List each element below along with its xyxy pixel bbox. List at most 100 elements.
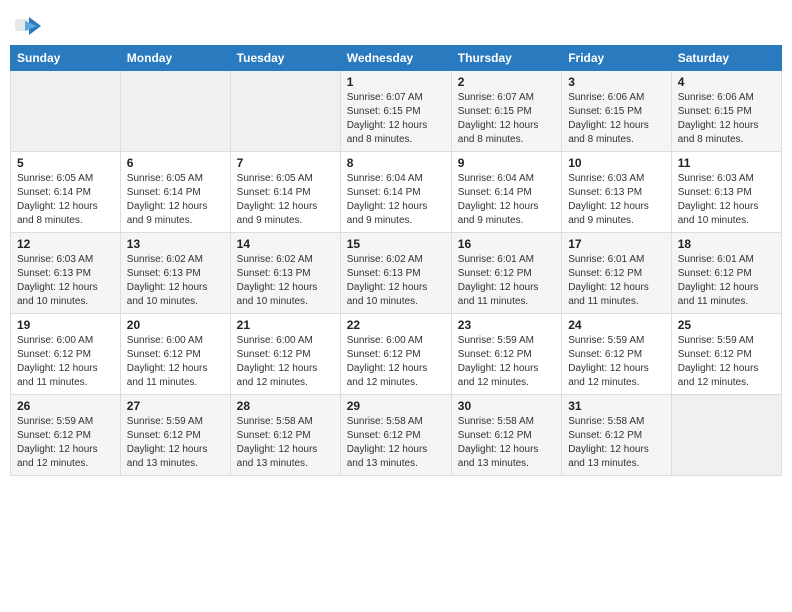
day-number: 19 <box>17 318 114 332</box>
calendar-cell: 22 Sunrise: 6:00 AM Sunset: 6:12 PM Dayli… <box>340 314 451 395</box>
day-info: Sunrise: 6:07 AM Sunset: 6:15 PM Dayligh… <box>458 91 555 147</box>
day-info: Sunrise: 6:07 AM Sunset: 6:15 PM Dayligh… <box>347 91 445 147</box>
calendar-cell <box>11 71 121 152</box>
day-number: 16 <box>458 237 555 251</box>
calendar-cell <box>120 71 230 152</box>
day-number: 11 <box>678 156 775 170</box>
day-info: Sunrise: 6:00 AM Sunset: 6:12 PM Dayligh… <box>17 334 114 390</box>
calendar-cell: 8Sunrise: 6:04 AM Sunset: 6:14 PM Daylig… <box>340 152 451 233</box>
weekday-header: Monday <box>120 46 230 71</box>
calendar-cell: 18 Sunrise: 6:01 AM Sunset: 6:12 PM Dayli… <box>671 233 781 314</box>
day-number: 7 <box>237 156 334 170</box>
day-info: Sunrise: 5:59 AM Sunset: 6:12 PM Dayligh… <box>127 415 224 471</box>
day-info: Sunrise: 6:01 AM Sunset: 6:12 PM Dayligh… <box>458 253 555 309</box>
day-info: Sunrise: 6:05 AM Sunset: 6:14 PM Dayligh… <box>237 172 334 228</box>
day-number: 24 <box>568 318 665 332</box>
day-info: Sunrise: 6:00 AM Sunset: 6:12 PM Dayligh… <box>127 334 224 390</box>
calendar-cell: 20 Sunrise: 6:00 AM Sunset: 6:12 PM Dayli… <box>120 314 230 395</box>
day-number: 2 <box>458 75 555 89</box>
day-info: Sunrise: 6:00 AM Sunset: 6:12 PM Dayligh… <box>237 334 334 390</box>
calendar-cell: 25 Sunrise: 5:59 AM Sunset: 6:12 PM Dayli… <box>671 314 781 395</box>
day-number: 4 <box>678 75 775 89</box>
day-info: Sunrise: 6:03 AM Sunset: 6:13 PM Dayligh… <box>678 172 775 228</box>
day-info: Sunrise: 6:06 AM Sunset: 6:15 PM Dayligh… <box>568 91 665 147</box>
calendar-cell: 28 Sunrise: 5:58 AM Sunset: 6:12 PM Dayli… <box>230 395 340 476</box>
day-info: Sunrise: 6:02 AM Sunset: 6:13 PM Dayligh… <box>347 253 445 309</box>
calendar-cell: 19 Sunrise: 6:00 AM Sunset: 6:12 PM Dayli… <box>11 314 121 395</box>
calendar-cell: 30 Sunrise: 5:58 AM Sunset: 6:12 PM Dayli… <box>451 395 561 476</box>
weekday-header: Friday <box>562 46 672 71</box>
calendar-cell: 7 Sunrise: 6:05 AM Sunset: 6:14 PM Daylig… <box>230 152 340 233</box>
day-number: 27 <box>127 399 224 413</box>
day-number: 1 <box>347 75 445 89</box>
day-number: 15 <box>347 237 445 251</box>
day-info: Sunrise: 5:59 AM Sunset: 6:12 PM Dayligh… <box>458 334 555 390</box>
day-info: Sunrise: 5:58 AM Sunset: 6:12 PM Dayligh… <box>237 415 334 471</box>
weekday-header: Saturday <box>671 46 781 71</box>
day-number: 18 <box>678 237 775 251</box>
weekday-header: Thursday <box>451 46 561 71</box>
calendar-week-row: 5 Sunrise: 6:05 AM Sunset: 6:14 PM Daylig… <box>11 152 782 233</box>
day-number: 21 <box>237 318 334 332</box>
weekday-header: Wednesday <box>340 46 451 71</box>
day-number: 10 <box>568 156 665 170</box>
calendar-week-row: 12 Sunrise: 6:03 AM Sunset: 6:13 PM Dayli… <box>11 233 782 314</box>
day-info: Sunrise: 6:05 AM Sunset: 6:14 PM Dayligh… <box>127 172 224 228</box>
day-info: Sunrise: 5:58 AM Sunset: 6:12 PM Dayligh… <box>458 415 555 471</box>
day-number: 29 <box>347 399 445 413</box>
calendar-cell: 9 Sunrise: 6:04 AM Sunset: 6:14 PM Daylig… <box>451 152 561 233</box>
day-number: 22 <box>347 318 445 332</box>
day-number: 23 <box>458 318 555 332</box>
calendar-cell: 11 Sunrise: 6:03 AM Sunset: 6:13 PM Dayli… <box>671 152 781 233</box>
day-number: 13 <box>127 237 224 251</box>
day-info: Sunrise: 6:04 AM Sunset: 6:14 PM Dayligh… <box>458 172 555 228</box>
calendar-cell: 3Sunrise: 6:06 AM Sunset: 6:15 PM Daylig… <box>562 71 672 152</box>
day-number: 14 <box>237 237 334 251</box>
calendar-cell: 16 Sunrise: 6:01 AM Sunset: 6:12 PM Dayli… <box>451 233 561 314</box>
calendar-cell: 12 Sunrise: 6:03 AM Sunset: 6:13 PM Dayli… <box>11 233 121 314</box>
calendar-week-row: 19 Sunrise: 6:00 AM Sunset: 6:12 PM Dayli… <box>11 314 782 395</box>
calendar-cell: 10 Sunrise: 6:03 AM Sunset: 6:13 PM Dayli… <box>562 152 672 233</box>
calendar-cell: 31Sunrise: 5:58 AM Sunset: 6:12 PM Dayli… <box>562 395 672 476</box>
calendar-cell: 1 Sunrise: 6:07 AM Sunset: 6:15 PM Daylig… <box>340 71 451 152</box>
day-info: Sunrise: 6:00 AM Sunset: 6:12 PM Dayligh… <box>347 334 445 390</box>
day-info: Sunrise: 6:03 AM Sunset: 6:13 PM Dayligh… <box>17 253 114 309</box>
day-number: 9 <box>458 156 555 170</box>
calendar-cell <box>671 395 781 476</box>
day-number: 30 <box>458 399 555 413</box>
day-info: Sunrise: 6:05 AM Sunset: 6:14 PM Dayligh… <box>17 172 114 228</box>
calendar-cell: 6 Sunrise: 6:05 AM Sunset: 6:14 PM Daylig… <box>120 152 230 233</box>
calendar-cell <box>230 71 340 152</box>
calendar-cell: 4 Sunrise: 6:06 AM Sunset: 6:15 PM Daylig… <box>671 71 781 152</box>
weekday-header: Sunday <box>11 46 121 71</box>
header <box>10 10 782 37</box>
day-info: Sunrise: 5:58 AM Sunset: 6:12 PM Dayligh… <box>347 415 445 471</box>
calendar-cell: 27 Sunrise: 5:59 AM Sunset: 6:12 PM Dayli… <box>120 395 230 476</box>
calendar-cell: 2 Sunrise: 6:07 AM Sunset: 6:15 PM Daylig… <box>451 71 561 152</box>
day-number: 20 <box>127 318 224 332</box>
day-info: Sunrise: 5:59 AM Sunset: 6:12 PM Dayligh… <box>678 334 775 390</box>
day-number: 31 <box>568 399 665 413</box>
day-number: 25 <box>678 318 775 332</box>
day-number: 5 <box>17 156 114 170</box>
day-number: 17 <box>568 237 665 251</box>
calendar-week-row: 1 Sunrise: 6:07 AM Sunset: 6:15 PM Daylig… <box>11 71 782 152</box>
calendar-cell: 24Sunrise: 5:59 AM Sunset: 6:12 PM Dayli… <box>562 314 672 395</box>
day-info: Sunrise: 6:03 AM Sunset: 6:13 PM Dayligh… <box>568 172 665 228</box>
day-info: Sunrise: 6:02 AM Sunset: 6:13 PM Dayligh… <box>127 253 224 309</box>
calendar: SundayMondayTuesdayWednesdayThursdayFrid… <box>10 45 782 476</box>
calendar-cell: 17 Sunrise: 6:01 AM Sunset: 6:12 PM Dayli… <box>562 233 672 314</box>
calendar-cell: 26Sunrise: 5:59 AM Sunset: 6:12 PM Dayli… <box>11 395 121 476</box>
day-info: Sunrise: 6:06 AM Sunset: 6:15 PM Dayligh… <box>678 91 775 147</box>
calendar-cell: 23 Sunrise: 5:59 AM Sunset: 6:12 PM Dayli… <box>451 314 561 395</box>
day-info: Sunrise: 6:01 AM Sunset: 6:12 PM Dayligh… <box>678 253 775 309</box>
day-number: 12 <box>17 237 114 251</box>
day-number: 28 <box>237 399 334 413</box>
weekday-header-row: SundayMondayTuesdayWednesdayThursdayFrid… <box>11 46 782 71</box>
day-number: 6 <box>127 156 224 170</box>
day-info: Sunrise: 6:02 AM Sunset: 6:13 PM Dayligh… <box>237 253 334 309</box>
day-info: Sunrise: 6:01 AM Sunset: 6:12 PM Dayligh… <box>568 253 665 309</box>
day-number: 8 <box>347 156 445 170</box>
day-number: 26 <box>17 399 114 413</box>
calendar-cell: 14 Sunrise: 6:02 AM Sunset: 6:13 PM Dayli… <box>230 233 340 314</box>
